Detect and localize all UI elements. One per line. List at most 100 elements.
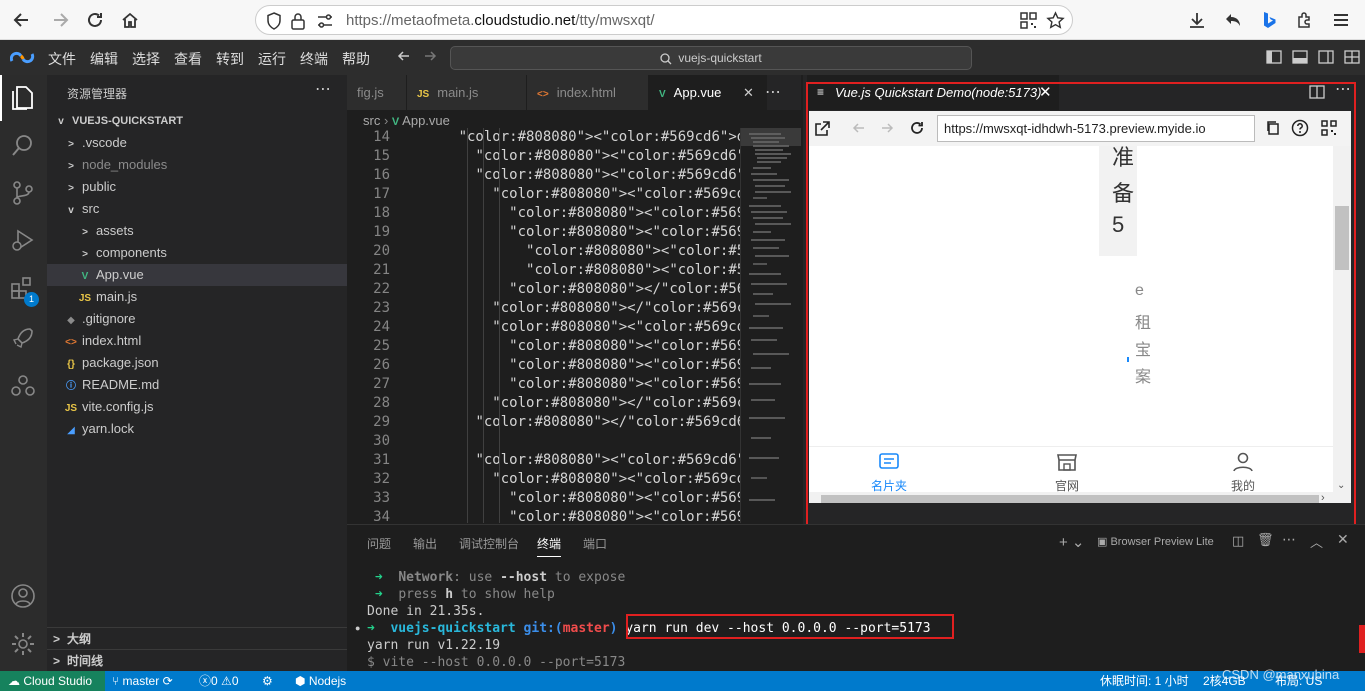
code-line[interactable]: 14 "color:#808080"><"color:#569cd6">div … [347, 128, 740, 147]
editor-tab[interactable]: V App.vue ✕ [649, 75, 767, 110]
code-line[interactable]: 28 "color:#808080"></"color:#569cd6">div… [347, 394, 740, 413]
tree-item[interactable]: ◢ yarn.lock [47, 418, 347, 440]
code-line[interactable]: 32 "color:#808080"><"color:#569cd6">div … [347, 470, 740, 489]
bing-icon[interactable] [1259, 10, 1279, 30]
toggle-sidebar-icon[interactable] [1266, 49, 1282, 65]
explorer-root[interactable]: v VUEJS-QUICKSTART [47, 110, 347, 132]
code-line[interactable]: 25 "color:#808080"><"color:#569cd6">img … [347, 337, 740, 356]
code-editor[interactable]: 14 "color:#808080"><"color:#569cd6">div … [347, 128, 740, 523]
editor-tab[interactable]: JS main.js [407, 75, 527, 110]
toggle-panel-icon[interactable] [1292, 49, 1308, 65]
menu-item[interactable]: 终端 [300, 49, 328, 69]
cloud-app-icon[interactable] [10, 373, 36, 399]
code-line[interactable]: 26 "color:#808080"><"color:#569cd6">div … [347, 356, 740, 375]
code-line[interactable]: 33 "color:#808080"><"color:#569cd6">van-… [347, 489, 740, 508]
share-back-icon[interactable] [1223, 10, 1243, 30]
tree-item[interactable]: > .vscode [47, 132, 347, 154]
tree-item[interactable]: > assets [47, 220, 347, 242]
tree-item[interactable]: V App.vue [47, 264, 347, 286]
download-icon[interactable] [1187, 10, 1207, 30]
tree-item[interactable]: <> index.html [47, 330, 347, 352]
favorite-star-icon[interactable] [1046, 11, 1065, 30]
panel-more-icon[interactable]: ⋯ [1282, 531, 1296, 548]
run-debug-icon[interactable] [10, 227, 36, 253]
reload-icon[interactable] [85, 10, 105, 30]
more-actions-icon[interactable]: ⋯ [315, 79, 331, 99]
code-line[interactable]: 27 "color:#808080"><"color:#569cd6">img … [347, 375, 740, 394]
panel-view-label[interactable]: ▣ Browser Preview Lite [1097, 535, 1214, 548]
tree-item[interactable]: ⓘ README.md [47, 374, 347, 396]
menu-item[interactable]: 转到 [216, 49, 244, 69]
tree-item[interactable]: JS main.js [47, 286, 347, 308]
cloud-studio-status[interactable]: ☁ Cloud Studio [8, 671, 92, 691]
code-line[interactable]: 23 "color:#808080"></"color:#569cd6">div… [347, 299, 740, 318]
tree-item[interactable]: > components [47, 242, 347, 264]
search-icon[interactable] [10, 133, 36, 159]
code-line[interactable]: 29 "color:#808080"></"color:#569cd6">div… [347, 413, 740, 432]
menu-item[interactable]: 帮助 [342, 49, 370, 69]
runtime-status[interactable]: ⬢ Nodejs [295, 671, 346, 691]
editor-tab[interactable]: <> index.html [527, 75, 649, 110]
tree-item[interactable]: > public [47, 176, 347, 198]
qr-code-icon[interactable] [1020, 12, 1037, 29]
editor-tab[interactable]: fig.js [347, 75, 407, 110]
lock-icon[interactable] [290, 12, 306, 30]
toggle-secondary-sidebar-icon[interactable] [1318, 49, 1334, 65]
tree-item[interactable]: > node_modules [47, 154, 347, 176]
tree-item[interactable]: {} package.json [47, 352, 347, 374]
site-permissions-icon[interactable] [316, 12, 334, 30]
explorer-files-icon[interactable] [10, 84, 36, 110]
code-line[interactable]: 17 "color:#808080"><"color:#569cd6">div … [347, 185, 740, 204]
close-panel-icon[interactable]: ✕ [1337, 531, 1349, 548]
tree-item[interactable]: JS vite.config.js [47, 396, 347, 418]
code-line[interactable]: 31 "color:#808080"><"color:#569cd6">div … [347, 451, 740, 470]
code-line[interactable]: 18 "color:#808080"><"color:#569cd6">van-… [347, 204, 740, 223]
menu-item[interactable]: 选择 [132, 49, 160, 69]
rest-time-status[interactable]: 休眠时间: 1 小时 [1100, 671, 1189, 691]
problems-status[interactable]: ⓧ0 ⚠0 [199, 671, 239, 691]
add-terminal-icon[interactable]: + ⌄ [1059, 533, 1085, 551]
split-terminal-icon[interactable]: ◫ [1232, 533, 1244, 549]
ports-icon[interactable]: ⚙ [262, 671, 273, 691]
editor-more-icon[interactable]: ⋯ [765, 82, 781, 102]
panel-tab[interactable]: 端口 [583, 535, 607, 552]
customize-layout-icon[interactable] [1344, 49, 1360, 65]
settings-gear-icon[interactable] [10, 631, 36, 657]
tree-item[interactable]: v src [47, 198, 347, 220]
timeline-section[interactable]: > 时间线 [47, 649, 347, 671]
code-line[interactable]: 16 "color:#808080"><"color:#569cd6">div … [347, 166, 740, 185]
menu-item[interactable]: 文件 [48, 49, 76, 69]
panel-tab[interactable]: 终端 [537, 535, 562, 557]
code-line[interactable]: 22 "color:#808080"></"color:#569cd6">div… [347, 280, 740, 299]
code-line[interactable]: 20 "color:#808080"><"color:#569cd6">div … [347, 242, 740, 261]
panel-tab[interactable]: 输出 [413, 535, 437, 552]
panel-tab[interactable]: 问题 [367, 535, 391, 552]
nav-forward-icon[interactable] [422, 48, 438, 64]
outline-section[interactable]: > 大纲 [47, 627, 347, 649]
code-line[interactable]: 19 "color:#808080"><"color:#569cd6">div … [347, 223, 740, 242]
code-line[interactable]: 30 [347, 432, 740, 451]
menu-item[interactable]: 运行 [258, 49, 286, 69]
minimap[interactable] [740, 128, 801, 523]
branch-status[interactable]: ⑂ master ⟳ [112, 671, 173, 691]
nav-back-icon[interactable] [396, 48, 412, 64]
source-control-icon[interactable] [10, 180, 36, 206]
close-icon[interactable]: ✕ [743, 75, 754, 110]
forward-arrow-icon[interactable] [50, 10, 70, 30]
deploy-rocket-icon[interactable] [10, 325, 36, 351]
trash-icon[interactable]: 🗑 [1257, 532, 1274, 548]
back-arrow-icon[interactable] [12, 10, 32, 30]
shield-icon[interactable] [266, 12, 282, 30]
address-bar[interactable]: https://metaofmeta.cloudstudio.net/tty/m… [255, 5, 1073, 35]
panel-tab[interactable]: 调试控制台 [459, 535, 519, 552]
extensions-icon[interactable] [1295, 10, 1315, 30]
menu-item[interactable]: 编辑 [90, 49, 118, 69]
breadcrumb-file[interactable]: App.vue [402, 113, 450, 128]
code-line[interactable]: 34 "color:#808080"><"color:#569cd6">div … [347, 508, 740, 523]
maximize-panel-icon[interactable]: ︿ [1310, 532, 1323, 551]
code-line[interactable]: 24 "color:#808080"><"color:#569cd6">div … [347, 318, 740, 337]
home-icon[interactable] [120, 10, 140, 30]
menu-icon[interactable] [1331, 10, 1351, 30]
breadcrumb-folder[interactable]: src [363, 113, 380, 128]
tree-item[interactable]: ◆ .gitignore [47, 308, 347, 330]
